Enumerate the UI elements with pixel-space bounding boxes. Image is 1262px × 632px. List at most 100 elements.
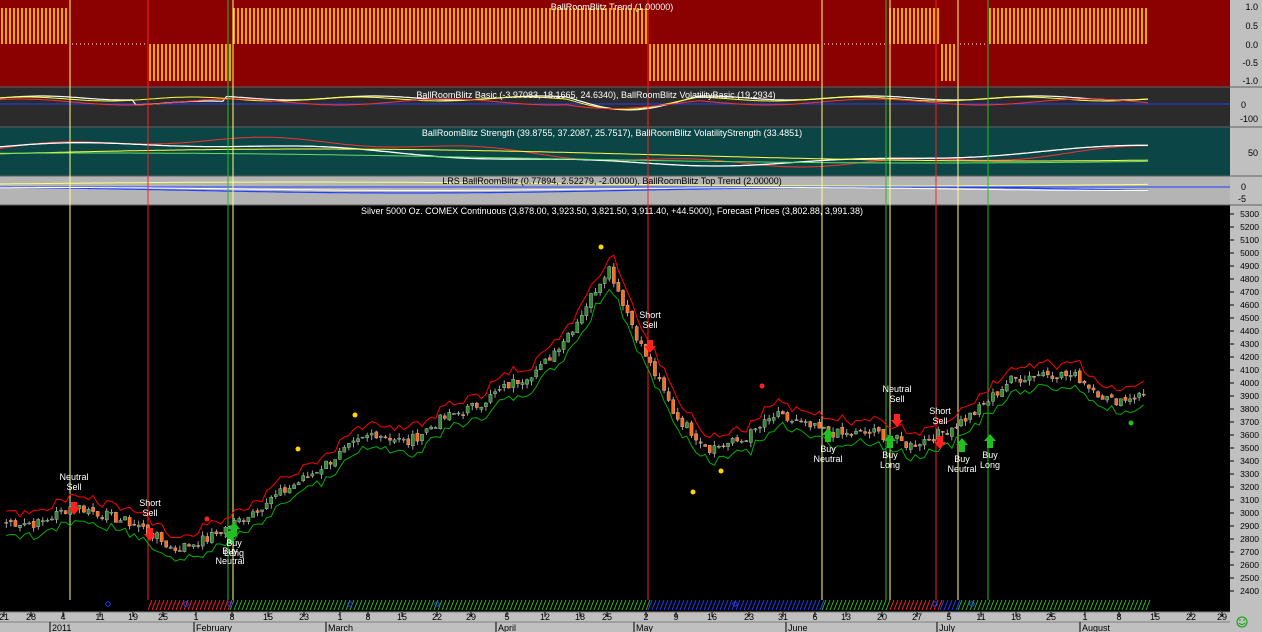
candle-up	[301, 475, 306, 481]
candle-up	[360, 436, 365, 439]
price-title: Silver 5000 Oz. COMEX Continuous (3,878.…	[361, 206, 863, 216]
candle-up	[86, 509, 91, 515]
candle-up	[575, 321, 580, 334]
candle-up	[292, 484, 296, 489]
candle-down	[1100, 395, 1105, 400]
candle-up	[895, 435, 899, 439]
candle-up	[1059, 372, 1064, 378]
candle-up	[264, 502, 269, 509]
candle-down	[1055, 377, 1059, 379]
x-tick-label: 23	[744, 612, 754, 622]
trend-dot	[84, 43, 85, 45]
trend-dot	[136, 43, 137, 45]
trend-title: BallRoomBlitz Trend (1.00000)	[551, 2, 674, 12]
candle-down	[863, 431, 867, 434]
candle-down	[621, 290, 625, 306]
candle-up	[424, 428, 429, 433]
candle-up	[260, 509, 264, 512]
candle-up	[566, 333, 570, 343]
candle-up	[822, 427, 826, 429]
x-tick-label: 1	[337, 612, 342, 622]
y-tick-label: 3900	[1240, 391, 1259, 401]
candle-down	[840, 427, 845, 435]
signal-label: Short	[639, 310, 661, 320]
strength-scale-1: 50	[1248, 148, 1258, 158]
candle-up	[977, 404, 982, 415]
trend-dot	[860, 43, 861, 45]
candle-up	[296, 482, 301, 486]
x-tick-label: 31	[778, 612, 788, 622]
candle-up	[1105, 396, 1109, 401]
candle-up	[497, 388, 502, 391]
candle-up	[580, 315, 584, 324]
candle-down	[657, 377, 662, 380]
candle-up	[991, 392, 995, 402]
signal-label: Long	[880, 460, 900, 470]
candle-up	[1023, 380, 1027, 383]
trend-dot	[844, 43, 845, 45]
x-tick-label: 1	[193, 612, 198, 622]
candle-down	[141, 523, 146, 527]
candle-up	[685, 422, 689, 428]
signal-label: Short	[139, 498, 161, 508]
x-tick-label: 11	[95, 612, 104, 622]
pivot-dot	[759, 383, 765, 389]
candle-up	[762, 419, 767, 428]
candle-down	[675, 412, 680, 420]
candle-down	[159, 532, 164, 542]
basic-scale-1: 0	[1241, 100, 1246, 110]
chart-canvas: NeutralSellShortSellBuyNeutralBuyLongSho…	[0, 0, 1262, 632]
trend-dot	[880, 43, 881, 45]
trend-dot	[828, 43, 829, 45]
y-tick-label: 4900	[1240, 261, 1259, 271]
candle-up	[758, 426, 762, 429]
pivot-dot	[690, 489, 696, 495]
candle-up	[429, 426, 433, 430]
trend-dot	[108, 43, 109, 45]
candle-up	[538, 364, 543, 370]
y-tick-label: 4400	[1240, 326, 1259, 336]
candle-down	[940, 431, 945, 433]
candle-down	[1050, 375, 1055, 379]
x-tick-label: 20	[877, 612, 887, 622]
candle-up	[109, 511, 114, 514]
candle-down	[794, 419, 799, 421]
signal-label: Sell	[642, 320, 657, 330]
candle-up	[950, 427, 954, 437]
candle-down	[1114, 398, 1119, 406]
candle-up	[908, 442, 913, 450]
x-tick-label: 2	[643, 612, 648, 622]
candle-down	[1132, 397, 1137, 400]
candle-down	[1109, 394, 1114, 398]
candle-up	[351, 440, 356, 443]
signal-label: Buy	[226, 538, 242, 548]
candle-down	[785, 412, 790, 421]
candle-up	[369, 433, 374, 436]
candle-up	[493, 391, 497, 394]
candle-down	[1077, 370, 1082, 383]
signal-label: Buy	[982, 450, 998, 460]
candle-down	[1064, 370, 1068, 376]
candle-down	[849, 433, 854, 436]
x-tick-label: 16	[707, 612, 717, 622]
trend-dot	[124, 43, 125, 45]
signal-label: Sell	[66, 482, 81, 492]
candle-up	[771, 417, 776, 421]
candle-down	[612, 266, 616, 284]
y-tick-label: 4300	[1240, 339, 1259, 349]
candle-down	[648, 356, 653, 363]
candle-down	[255, 510, 260, 513]
trend-scale-1: 1.0	[1245, 2, 1258, 12]
x-tick-label: 28	[26, 612, 36, 622]
candle-down	[625, 304, 630, 314]
trend-dot	[852, 43, 853, 45]
candle-down	[95, 511, 100, 517]
candle-up	[803, 421, 808, 423]
trend-dot	[884, 43, 885, 45]
trend-dot	[96, 43, 97, 45]
candle-down	[205, 536, 210, 542]
candle-up	[529, 377, 534, 382]
trend-dot	[76, 43, 77, 45]
candle-down	[383, 436, 388, 439]
candle-up	[1041, 372, 1046, 376]
